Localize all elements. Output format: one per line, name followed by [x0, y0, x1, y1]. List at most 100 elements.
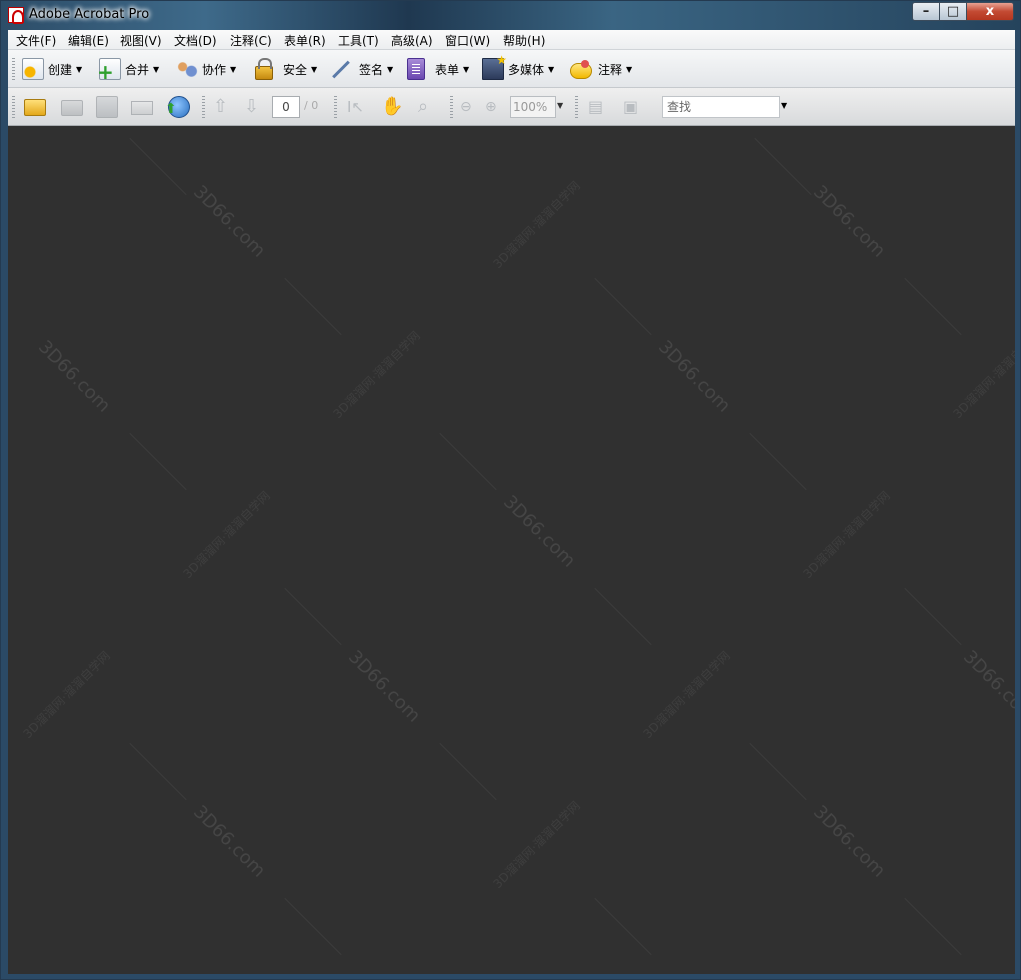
zoom-out-icon[interactable]: ⊖	[460, 96, 472, 118]
collaborate-label: 协作	[202, 62, 227, 77]
watermark-cn: 3D溜溜网·溜溜自学网	[20, 648, 113, 742]
menu-forms[interactable]: 表单(R)	[284, 32, 326, 49]
window-title: Adobe Acrobat Pro	[29, 7, 150, 22]
page-total: / 0	[304, 99, 319, 112]
watermark-line	[904, 277, 962, 336]
menu-help[interactable]: 帮助(H)	[503, 32, 545, 49]
combine-label: 合并	[125, 62, 150, 77]
forms-label: 表单	[435, 62, 460, 77]
previous-page-icon[interactable]: ⇧	[213, 96, 228, 118]
watermark-line	[904, 587, 962, 646]
sign-label: 签名	[359, 62, 384, 77]
close-button[interactable]: x	[966, 2, 1014, 21]
acrobat-window: Adobe Acrobat Pro – □ x 文件(F) 编辑(E) 视图(V…	[0, 0, 1021, 980]
watermark: 3D66.com	[654, 336, 735, 417]
menu-bar: 文件(F) 编辑(E) 视图(V) 文档(D) 注释(C) 表单(R) 工具(T…	[8, 30, 1015, 50]
watermark: 3D66.com	[499, 491, 580, 572]
open-folder-icon[interactable]	[24, 99, 46, 116]
menu-file[interactable]: 文件(F)	[16, 32, 56, 49]
select-tool-icon[interactable]: I↖	[347, 96, 364, 118]
watermark: 3D66.com	[189, 801, 270, 882]
combine-files-icon	[97, 58, 121, 81]
watermark-line	[284, 897, 342, 956]
menu-view[interactable]: 视图(V)	[120, 32, 162, 49]
menu-edit[interactable]: 编辑(E)	[68, 32, 109, 49]
close-icon: x	[985, 4, 995, 19]
zoom-in-icon[interactable]: ⊕	[485, 96, 497, 118]
watermark-cn: 3D溜溜网·溜溜自学网	[490, 178, 583, 272]
watermark-cn: 3D溜溜网·溜溜自学网	[330, 328, 423, 422]
title-bar[interactable]: Adobe Acrobat Pro – □ x	[1, 1, 1020, 30]
watermark-line	[749, 742, 807, 801]
toolbar-separator	[450, 96, 453, 118]
comment-label: 注释	[598, 62, 623, 77]
menu-tools[interactable]: 工具(T)	[338, 32, 379, 49]
chevron-down-icon: ▼	[626, 64, 633, 74]
fit-page-icon[interactable]: ▤	[588, 96, 603, 118]
document-area[interactable]: 3D66.com 3D66.com 3D66.com 3D66.com 3D66…	[8, 126, 1015, 974]
email-icon[interactable]	[131, 101, 153, 115]
menu-advanced[interactable]: 高级(A)	[391, 32, 433, 49]
watermark-line	[594, 277, 652, 336]
zoom-dropdown-icon[interactable]: ▼	[557, 101, 563, 110]
watermark-cn: 3D溜溜网·溜溜自学网	[490, 798, 583, 892]
pen-icon	[332, 60, 350, 78]
watermark-line	[284, 587, 342, 646]
create-label: 创建	[48, 62, 73, 77]
comment-button[interactable]: 注释 ▼	[570, 57, 632, 81]
watermark-cn: 3D溜溜网·溜溜自学网	[800, 488, 893, 582]
acrobat-logo-icon	[8, 7, 24, 24]
chevron-down-icon: ▼	[387, 64, 394, 74]
menu-document[interactable]: 文档(D)	[174, 32, 217, 49]
watermark-line	[904, 897, 962, 956]
watermark: 3D66.com	[344, 646, 425, 727]
chevron-down-icon: ▼	[153, 64, 160, 74]
watermark-line	[129, 432, 187, 491]
watermark-line	[754, 137, 812, 196]
collaborate-icon	[176, 58, 198, 80]
search-input[interactable]: 查找	[662, 96, 780, 118]
collaborate-button[interactable]: 协作 ▼	[176, 57, 236, 81]
toolbar-separator	[334, 96, 337, 118]
zoom-level-input[interactable]: 100%	[510, 96, 556, 118]
page-number-input[interactable]: 0	[272, 96, 300, 118]
watermark: 3D66.com	[809, 181, 890, 262]
secure-button[interactable]: 安全 ▼	[255, 57, 317, 81]
upload-icon[interactable]	[165, 96, 190, 118]
multimedia-button[interactable]: 多媒体 ▼	[482, 53, 555, 81]
watermark-cn: 3D溜溜网·溜溜自学网	[640, 648, 733, 742]
sign-button[interactable]: 签名 ▼	[330, 57, 393, 81]
form-icon	[407, 58, 425, 80]
watermark-line	[439, 432, 497, 491]
hand-tool-icon[interactable]: ✋	[381, 96, 403, 118]
minimize-button[interactable]: –	[912, 2, 940, 21]
comment-icon	[570, 60, 592, 79]
chevron-down-icon: ▼	[311, 64, 318, 74]
full-screen-icon[interactable]: ▣	[623, 96, 638, 118]
watermark-line	[594, 897, 652, 956]
toolbar-grip[interactable]	[12, 58, 15, 80]
menu-window[interactable]: 窗口(W)	[445, 32, 490, 49]
toolbar-separator	[575, 96, 578, 118]
save-icon[interactable]	[96, 96, 118, 118]
chevron-down-icon: ▼	[463, 64, 470, 74]
zoom-marquee-icon[interactable]: ⌕	[418, 96, 428, 118]
watermark: 3D66.com	[959, 646, 1015, 727]
chevron-down-icon: ▼	[548, 64, 555, 74]
watermark-cn: 3D溜溜网·溜溜自学网	[180, 488, 273, 582]
secure-label: 安全	[283, 62, 308, 77]
create-button[interactable]: 创建 ▼	[22, 57, 82, 81]
print-icon[interactable]	[61, 100, 83, 116]
search-dropdown-icon[interactable]: ▼	[781, 101, 787, 110]
forms-button[interactable]: 表单 ▼	[407, 57, 469, 81]
watermark: 3D66.com	[189, 181, 270, 262]
next-page-icon[interactable]: ⇩	[244, 96, 259, 118]
maximize-button[interactable]: □	[939, 2, 967, 21]
minimize-icon: –	[922, 4, 930, 19]
chevron-down-icon: ▼	[230, 64, 237, 74]
menu-comments[interactable]: 注释(C)	[230, 32, 272, 49]
watermark-line	[594, 587, 652, 646]
lock-icon	[255, 58, 273, 80]
combine-button[interactable]: 合并 ▼	[97, 57, 160, 81]
toolbar-grip[interactable]	[12, 96, 15, 118]
